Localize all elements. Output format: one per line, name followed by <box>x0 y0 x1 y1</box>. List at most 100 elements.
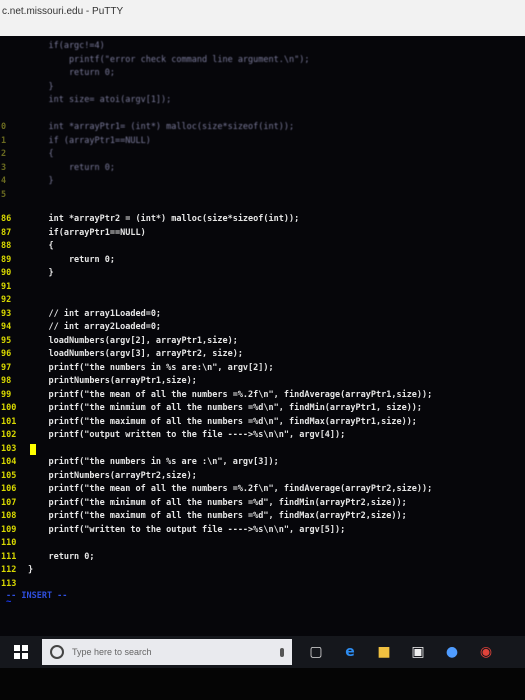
line-number: 95 <box>1 335 12 346</box>
code-text: } <box>28 565 34 575</box>
code-line: 104 printf("the numbers in %s are :\n", … <box>0 456 279 469</box>
code-line: 86 int *arrayPtr2 = (int*) malloc(size*s… <box>0 213 299 226</box>
code-line: return 0; <box>0 67 115 80</box>
code-line: 111 return 0; <box>0 551 95 564</box>
app-icon[interactable]: ● <box>442 642 462 662</box>
code-line: 105 printNumbers(arrayPtr2,size); <box>0 470 197 483</box>
code-line: 94 // int array2Loaded=0; <box>0 321 161 334</box>
code-line: 112} <box>0 564 33 577</box>
line-number: 109 <box>1 524 17 535</box>
window-title: c.net.missouri.edu - PuTTY <box>2 6 124 17</box>
code-line: 5 <box>0 189 28 202</box>
code-text: printNumbers(arrayPtr1,size); <box>28 376 197 386</box>
code-line: 107 printf("the minimum of all the numbe… <box>0 497 407 510</box>
code-line: 92 <box>0 294 28 307</box>
edge-icon[interactable]: e <box>340 642 360 662</box>
code-text: printf("output written to the file ---->… <box>28 430 346 440</box>
line-number: 96 <box>1 349 12 359</box>
line-number: 103 <box>1 443 17 454</box>
task-view-icon[interactable]: ▢ <box>306 642 326 662</box>
code-text: int *arrayPtr2 = (int*) malloc(size*size… <box>28 214 300 224</box>
code-line: int size= atoi(argv[1]); <box>0 94 171 107</box>
line-number: 0 <box>1 122 7 132</box>
line-number: 107 <box>1 497 17 508</box>
code-line: 96 loadNumbers(argv[3], arrayPtr2, size)… <box>0 348 243 361</box>
line-number: 87 <box>1 227 12 238</box>
code-line: if(argc!=4) <box>0 40 105 53</box>
code-text: } <box>28 81 54 92</box>
line-number: 106 <box>1 484 17 494</box>
vim-mode-indicator: -- INSERT -- <box>6 591 68 601</box>
line-number: 86 <box>1 214 12 224</box>
code-line: 93 // int array1Loaded=0; <box>0 308 161 321</box>
line-number: 2 <box>1 149 7 159</box>
code-line: 0 int *arrayPtr1= (int*) malloc(size*siz… <box>0 121 294 134</box>
code-line: 4 } <box>0 175 54 188</box>
microphone-icon[interactable] <box>280 647 284 657</box>
terminal-window[interactable]: if(argc!=4) printf("error check command … <box>0 36 525 636</box>
code-line: 91 <box>0 281 28 294</box>
store-icon[interactable]: ▣ <box>408 642 428 662</box>
chrome-icon[interactable]: ◉ <box>476 642 496 662</box>
line-number: 93 <box>1 308 12 319</box>
code-line: 88 { <box>0 240 54 253</box>
code-text: printf("the maximum of all the numbers =… <box>28 511 407 521</box>
taskbar-search-box[interactable]: Type here to search <box>42 639 292 665</box>
line-number: 90 <box>1 268 12 278</box>
code-text: printf("written to the output file ---->… <box>28 524 346 535</box>
line-number: 5 <box>1 189 7 200</box>
text-cursor <box>30 443 36 455</box>
code-text: { <box>28 241 54 251</box>
line-number: 101 <box>1 416 17 427</box>
code-line: 2 { <box>0 148 54 161</box>
code-text: printf("error check command line argumen… <box>28 54 310 65</box>
line-number: 111 <box>1 551 17 562</box>
code-text: printf("the mean of all the numbers =%.2… <box>28 389 433 400</box>
code-line: 87 if(arrayPtr1==NULL) <box>0 227 146 240</box>
file-explorer-icon[interactable]: ■ <box>374 642 394 662</box>
code-text: printf("the minimum of all the numbers =… <box>28 497 407 508</box>
code-text: // int array2Loaded=0; <box>28 322 162 332</box>
code-text: printf("the maximum of all the numbers =… <box>28 416 417 427</box>
code-line: 101 printf("the maximum of all the numbe… <box>0 416 417 429</box>
code-line: 109 printf("written to the output file -… <box>0 524 345 537</box>
code-text: printf("the minmium of all the numbers =… <box>28 403 423 413</box>
code-line: 100 printf("the minmium of all the numbe… <box>0 402 422 415</box>
window-titlebar: c.net.missouri.edu - PuTTY <box>0 0 525 36</box>
line-number: 91 <box>1 281 12 292</box>
code-text: if (arrayPtr1==NULL) <box>28 135 151 146</box>
code-text: return 0; <box>28 254 115 265</box>
code-line: 110 <box>0 537 28 550</box>
windows-start-icon[interactable] <box>14 645 28 659</box>
code-line: 108 printf("the maximum of all the numbe… <box>0 510 407 523</box>
monitor-bezel <box>0 668 525 700</box>
code-line: 103 <box>0 443 36 456</box>
line-number: 104 <box>1 457 17 467</box>
code-text: loadNumbers(argv[3], arrayPtr2, size); <box>28 349 243 359</box>
line-number: 98 <box>1 376 12 386</box>
code-line: 95 loadNumbers(argv[2], arrayPtr1,size); <box>0 335 238 348</box>
code-line: 3 return 0; <box>0 162 115 175</box>
line-number: 97 <box>1 362 12 373</box>
code-line: printf("error check command line argumen… <box>0 54 310 67</box>
code-line: 1 if (arrayPtr1==NULL) <box>0 135 151 148</box>
windows-taskbar: Type here to search ▢ e ■ ▣ ● ◉ <box>0 636 525 668</box>
code-text: if(argc!=4) <box>28 41 105 51</box>
search-placeholder: Type here to search <box>72 647 152 657</box>
line-number: 89 <box>1 254 12 265</box>
code-text: printf("the mean of all the numbers =%.2… <box>28 484 433 494</box>
code-text: } <box>28 176 54 186</box>
code-text: { <box>28 149 54 159</box>
line-number: 99 <box>1 389 12 400</box>
code-line: 97 printf("the numbers in %s are:\n", ar… <box>0 362 274 375</box>
code-line: 113 <box>0 578 28 591</box>
search-circle-icon <box>50 645 64 659</box>
code-line: 106 printf("the mean of all the numbers … <box>0 483 432 496</box>
code-line: } <box>0 81 54 94</box>
code-text: int *arrayPtr1= (int*) malloc(size*sizeo… <box>28 122 295 132</box>
code-text: int size= atoi(argv[1]); <box>28 95 172 105</box>
code-line: 99 printf("the mean of all the numbers =… <box>0 389 432 402</box>
line-number: 1 <box>1 135 7 146</box>
code-line: 89 return 0; <box>0 254 115 267</box>
code-line: 102 printf("output written to the file -… <box>0 429 345 442</box>
